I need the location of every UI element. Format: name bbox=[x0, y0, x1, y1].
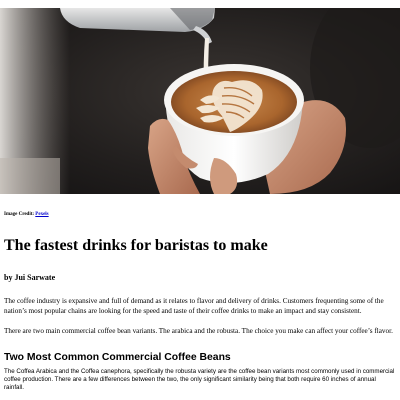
hero-image bbox=[0, 8, 400, 194]
section-heading: Two Most Common Commercial Coffee Beans bbox=[4, 352, 231, 363]
article-paragraph: The coffee industry is expansive and ful… bbox=[4, 297, 384, 315]
image-credit-prefix: Image Credit: bbox=[4, 212, 36, 217]
article-byline: by Jui Sarwate bbox=[4, 273, 56, 282]
image-credit: Image Credit: Pexels bbox=[4, 212, 49, 217]
article-title: The fastest drinks for baristas to make bbox=[4, 237, 268, 254]
article-page: Image Credit: Pexels The fastest drinks … bbox=[0, 0, 400, 400]
article-paragraph: There are two main commercial coffee bea… bbox=[4, 327, 393, 335]
article-paragraph: The Coffea Arabica and the Coffea caneph… bbox=[4, 368, 395, 392]
image-credit-link[interactable]: Pexels bbox=[35, 212, 48, 217]
latte-photo bbox=[0, 8, 400, 194]
